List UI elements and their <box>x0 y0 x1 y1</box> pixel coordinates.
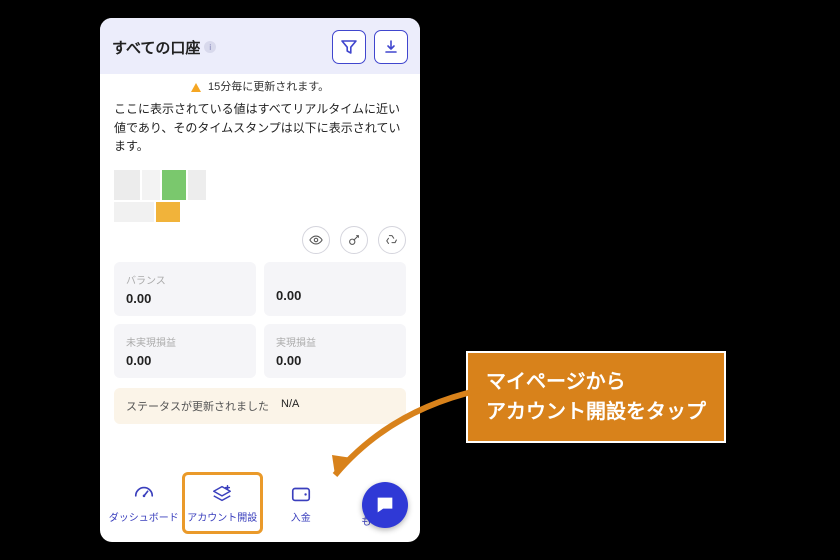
chat-fab[interactable] <box>362 482 408 528</box>
redacted-block-2 <box>114 202 406 222</box>
balance-value: 0.00 <box>126 291 244 306</box>
page-title-text: すべての口座 <box>112 37 200 58</box>
blank-label <box>276 272 394 284</box>
unrealized-label: 未実現損益 <box>126 334 244 349</box>
nav-dashboard[interactable]: ダッシュボード <box>106 472 182 534</box>
gauge-icon <box>133 483 155 505</box>
instruction-callout: マイページから アカウント開設をタップ <box>466 351 726 443</box>
status-row: ステータスが更新されました N/A <box>114 388 406 424</box>
blank-value: 0.00 <box>276 288 394 303</box>
callout-line-1: マイページから <box>486 367 706 397</box>
refresh-notice: 15分毎に更新されます。 <box>100 74 420 100</box>
stats-grid: バランス 0.00 0.00 未実現損益 0.00 実現損益 0.00 <box>114 262 406 378</box>
wallet-icon <box>290 483 312 505</box>
recycle-button[interactable] <box>378 226 406 254</box>
nav-deposit-label: 入金 <box>291 509 311 524</box>
refresh-text: 15分毎に更新されます。 <box>208 81 329 93</box>
phone-frame: すべての口座 i 15分毎に更新されます。 ここに表示されている値はすべてリアル… <box>100 18 420 542</box>
nav-deposit[interactable]: 入金 <box>263 472 339 534</box>
realized-card: 実現損益 0.00 <box>264 324 406 378</box>
filter-button[interactable] <box>332 30 366 64</box>
unrealized-card: 未実現損益 0.00 <box>114 324 256 378</box>
funnel-icon <box>341 39 357 55</box>
page-title: すべての口座 i <box>112 37 216 58</box>
realized-label: 実現損益 <box>276 334 394 349</box>
status-value: N/A <box>281 398 299 414</box>
download-icon <box>383 39 399 55</box>
visibility-button[interactable] <box>302 226 330 254</box>
balance-card: バランス 0.00 <box>114 262 256 316</box>
callout-line-2: アカウント開設をタップ <box>486 397 706 427</box>
realized-value: 0.00 <box>276 353 394 368</box>
blank-card: 0.00 <box>264 262 406 316</box>
chat-icon <box>374 494 396 516</box>
key-icon <box>347 233 361 247</box>
nav-open-account[interactable]: アカウント開設 <box>182 472 264 534</box>
redacted-block <box>114 170 406 200</box>
recycle-icon <box>385 233 399 247</box>
download-button[interactable] <box>374 30 408 64</box>
key-button[interactable] <box>340 226 368 254</box>
info-icon[interactable]: i <box>204 41 216 53</box>
status-label: ステータスが更新されました <box>126 398 269 414</box>
unrealized-value: 0.00 <box>126 353 244 368</box>
eye-icon <box>309 233 323 247</box>
header-bar: すべての口座 i <box>100 18 420 74</box>
layers-plus-icon <box>211 483 233 505</box>
warning-icon <box>191 83 201 92</box>
nav-open-account-label: アカウント開設 <box>187 509 257 524</box>
balance-label: バランス <box>126 272 244 287</box>
nav-dashboard-label: ダッシュボード <box>109 509 179 524</box>
account-actions <box>114 226 406 254</box>
header-actions <box>332 30 408 64</box>
description-text: ここに表示されている値はすべてリアルタイムに近い値であり、そのタイムスタンプは以… <box>100 100 420 162</box>
main-content: バランス 0.00 0.00 未実現損益 0.00 実現損益 0.00 ステータ… <box>100 162 420 468</box>
